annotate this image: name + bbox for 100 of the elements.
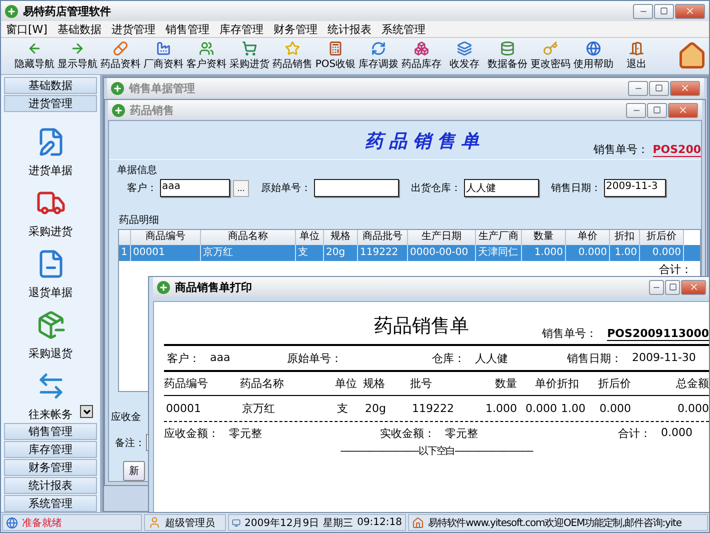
minimize-button[interactable] bbox=[626, 102, 646, 118]
refresh-icon bbox=[371, 41, 386, 56]
field-label: 销售日期： bbox=[551, 182, 601, 196]
star-icon bbox=[285, 41, 300, 56]
package-icon bbox=[36, 310, 66, 340]
input-field[interactable] bbox=[314, 179, 399, 198]
minimize-button[interactable] bbox=[649, 280, 664, 294]
toolbar-button[interactable]: 数据备份 bbox=[486, 41, 529, 71]
user-icon bbox=[148, 516, 161, 529]
time-text: 09:12:18 bbox=[357, 517, 402, 528]
sidebar-section[interactable]: 统计报表 bbox=[4, 477, 97, 494]
window-title: 药品销售 bbox=[130, 102, 174, 118]
window-icon bbox=[111, 82, 124, 94]
toolbar-button[interactable]: 库存调拨 bbox=[357, 41, 400, 71]
sidebar-section[interactable]: 基础数据 bbox=[4, 77, 97, 94]
input-field[interactable]: 2009-11-3 bbox=[604, 179, 666, 198]
boxes-icon bbox=[414, 41, 429, 56]
sidebar-item[interactable]: 退货单据 bbox=[28, 249, 72, 300]
column-header: 折后价 bbox=[597, 376, 631, 391]
toolbar-button[interactable]: 退出 bbox=[615, 41, 658, 71]
close-icon bbox=[688, 282, 698, 292]
field-label: 仓库： bbox=[432, 350, 465, 366]
close-icon bbox=[678, 105, 688, 115]
toolbar-button[interactable]: 厂商资料 bbox=[142, 41, 185, 71]
toolbar-button[interactable]: 采购进货 bbox=[228, 41, 271, 71]
close-button[interactable] bbox=[670, 80, 700, 96]
maximize-button[interactable] bbox=[649, 80, 669, 96]
column-header[interactable]: 折后价 bbox=[640, 230, 684, 246]
calculator-icon bbox=[328, 41, 343, 56]
toolbar-button[interactable]: 药品销售 bbox=[271, 41, 314, 71]
column-header[interactable]: 数量 bbox=[522, 230, 566, 246]
column-header[interactable]: 商品名称 bbox=[201, 230, 296, 246]
maximize-icon bbox=[655, 84, 663, 92]
maximize-button[interactable] bbox=[647, 102, 667, 118]
toolbar-button[interactable]: 更改密码 bbox=[529, 41, 572, 71]
sidebar-section[interactable]: 库存管理 bbox=[4, 441, 97, 458]
menu-item[interactable]: 库存管理 bbox=[219, 22, 264, 36]
close-button[interactable] bbox=[668, 102, 698, 118]
close-button[interactable] bbox=[681, 280, 706, 294]
monitor-icon bbox=[232, 516, 241, 528]
maximize-button[interactable] bbox=[665, 280, 680, 294]
toolbar-button[interactable]: 药品资料 bbox=[99, 41, 142, 71]
scroll-down-button[interactable] bbox=[80, 405, 93, 418]
field-label: 出货仓库： bbox=[411, 182, 461, 196]
layers-icon bbox=[457, 41, 472, 56]
toolbar-button[interactable]: POS收银 bbox=[314, 41, 357, 71]
menu-item[interactable]: 窗口[W] bbox=[6, 22, 48, 36]
menu-item[interactable]: 基础数据 bbox=[57, 22, 102, 36]
menu-item[interactable]: 统计报表 bbox=[327, 22, 372, 36]
toolbar-button[interactable]: 使用帮助 bbox=[572, 41, 615, 71]
column-header[interactable]: 生产厂商 bbox=[476, 230, 522, 246]
sidebar-item[interactable]: 采购进货 bbox=[28, 188, 72, 239]
field-value: aaa bbox=[210, 350, 230, 366]
input-field[interactable]: 人人健 bbox=[464, 179, 539, 198]
toolbar-button[interactable]: 收发存 bbox=[443, 41, 486, 71]
sidebar-section[interactable]: 销售管理 bbox=[4, 423, 97, 440]
new-button[interactable]: 新 bbox=[123, 461, 145, 481]
toolbar-button[interactable]: 药品库存 bbox=[400, 41, 443, 71]
menu-item[interactable]: 销售管理 bbox=[165, 22, 210, 36]
order-number: POS2009113000 bbox=[607, 327, 709, 341]
column-header[interactable]: 生产日期 bbox=[408, 230, 476, 246]
maximize-button[interactable] bbox=[654, 4, 674, 18]
field-label: 销售单号： bbox=[594, 142, 649, 158]
window-icon bbox=[112, 104, 125, 116]
database-icon bbox=[500, 41, 515, 56]
sidebar-section[interactable]: 财务管理 bbox=[4, 459, 97, 476]
menu-item[interactable]: 系统管理 bbox=[381, 22, 426, 36]
close-button[interactable] bbox=[675, 4, 705, 18]
minimize-button[interactable] bbox=[633, 4, 653, 18]
weekday-text: 星期三 bbox=[323, 516, 354, 530]
window-title: 销售单据管理 bbox=[129, 80, 195, 96]
browse-button[interactable]: ... bbox=[233, 180, 249, 197]
input-field[interactable]: aaa bbox=[160, 179, 230, 198]
toolbar-button[interactable]: 显示导航 bbox=[56, 41, 99, 71]
row-number: 1 bbox=[119, 245, 131, 262]
menu-item[interactable]: 财务管理 bbox=[273, 22, 318, 36]
sidebar-item[interactable]: 进货单据 bbox=[28, 127, 72, 178]
column-header[interactable]: 单价 bbox=[566, 230, 610, 246]
column-header[interactable]: 商品编号 bbox=[131, 230, 201, 246]
maximize-icon bbox=[668, 283, 676, 291]
users-icon bbox=[199, 41, 214, 56]
column-header[interactable]: 商品批号 bbox=[358, 230, 408, 246]
sidebar-section[interactable]: 进货管理 bbox=[4, 95, 97, 112]
toolbar-button[interactable]: 客户资料 bbox=[185, 41, 228, 71]
house-icon[interactable] bbox=[677, 41, 707, 71]
column-header: 总金额 bbox=[675, 376, 709, 391]
minimize-button[interactable] bbox=[628, 80, 648, 96]
menu-item[interactable]: 进货管理 bbox=[111, 22, 156, 36]
window-icon bbox=[157, 280, 170, 294]
column-header: 规格 bbox=[363, 376, 386, 391]
toolbar-button[interactable]: 隐藏导航 bbox=[13, 41, 56, 71]
sidebar-item[interactable]: 采购退货 bbox=[28, 310, 72, 361]
column-header[interactable]: 规格 bbox=[324, 230, 358, 246]
sidebar-section[interactable]: 系统管理 bbox=[4, 495, 97, 512]
section-title: 药品明细 bbox=[119, 214, 160, 228]
total-label: 合计： bbox=[659, 262, 692, 278]
sidebar-item[interactable]: 往来帐务 bbox=[28, 371, 72, 422]
column-header[interactable]: 折扣 bbox=[610, 230, 640, 246]
column-header[interactable]: 单位 bbox=[296, 230, 324, 246]
house-icon bbox=[412, 516, 424, 528]
